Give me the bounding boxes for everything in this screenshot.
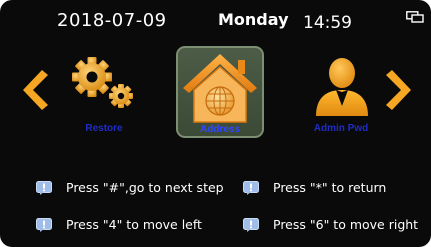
menu-item-restore[interactable] <box>70 53 140 133</box>
help-move-left: Press "4" to move left <box>36 217 202 232</box>
menu-label-address: Address <box>199 124 240 135</box>
globe-icon <box>205 86 235 116</box>
device-screen: 2018-07-09 Monday 14:59 Restore Address … <box>0 0 431 247</box>
arrow-right-icon[interactable] <box>386 68 412 112</box>
help-text: Press "4" to move left <box>66 217 202 232</box>
menu-label-restore: Restore <box>85 123 123 134</box>
help-return: Press "*" to return <box>243 180 386 195</box>
house-icon <box>183 54 257 123</box>
menu-label-admin-pwd: Admin Pwd <box>313 123 369 134</box>
help-next-step: Press "#",go to next step <box>36 180 224 195</box>
info-icon <box>36 217 52 232</box>
gears-icon <box>72 57 133 108</box>
info-icon <box>243 217 259 232</box>
day-display: Monday <box>218 10 289 29</box>
user-icon <box>316 58 368 116</box>
arrow-left-icon[interactable] <box>22 68 48 112</box>
window-switch-icon[interactable] <box>406 11 424 23</box>
date-display: 2018-07-09 <box>57 10 167 31</box>
help-text: Press "*" to return <box>273 180 387 195</box>
time-display: 14:59 <box>303 13 352 33</box>
help-text: Press "6" to move right <box>273 217 419 232</box>
help-move-right: Press "6" to move right <box>243 217 418 232</box>
info-icon <box>36 180 52 195</box>
help-text: Press "#",go to next step <box>66 180 224 195</box>
info-icon <box>243 180 259 195</box>
